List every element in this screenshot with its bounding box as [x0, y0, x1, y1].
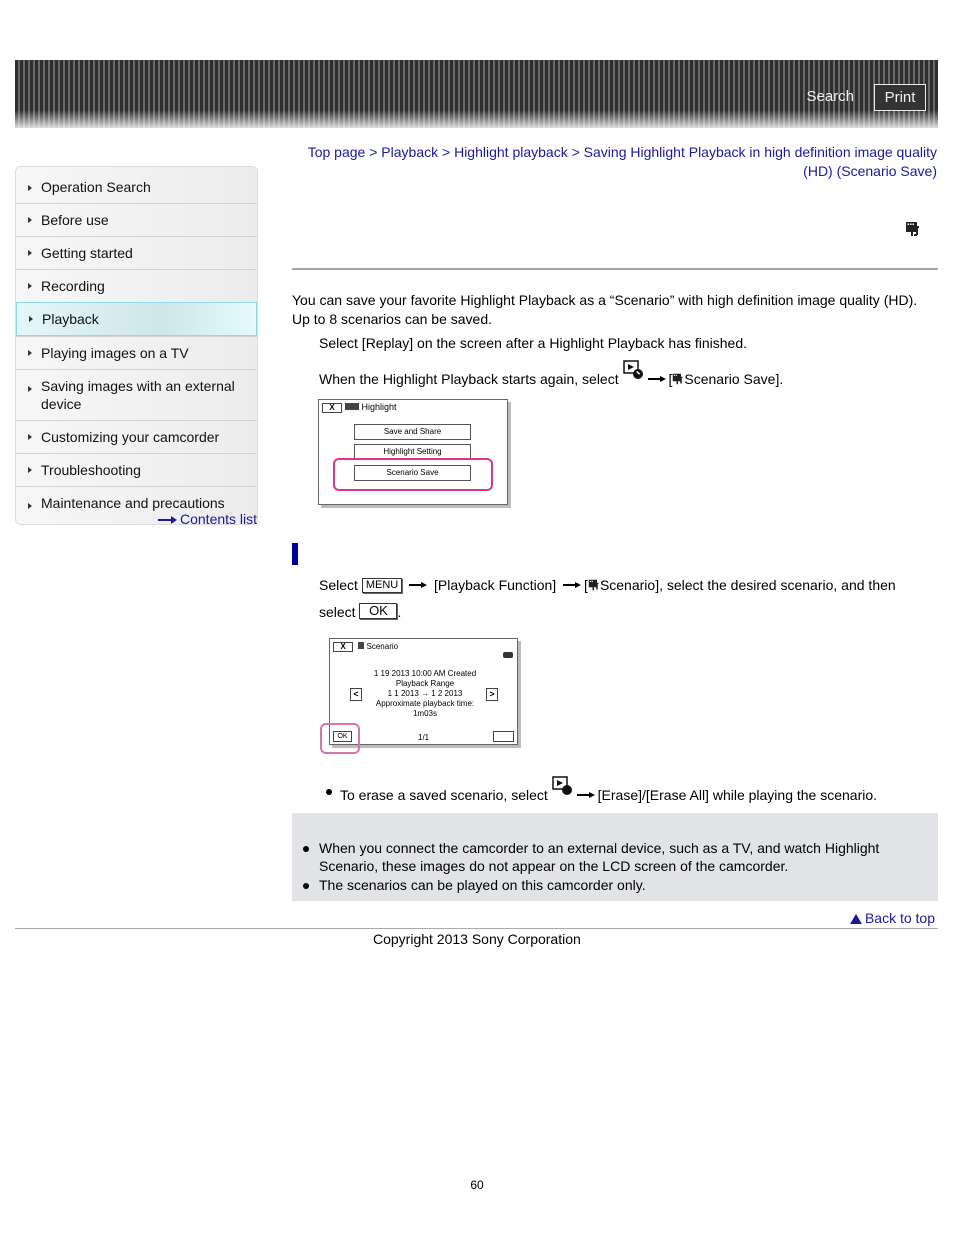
sidebar-item-playing-images-on-tv[interactable]: Playing images on a TV [16, 336, 257, 369]
sidebar-item-operation-search[interactable]: Operation Search [16, 167, 257, 203]
battery-icon [503, 652, 513, 658]
arrow-right-icon [158, 516, 178, 525]
intro-paragraph: You can save your favorite Highlight Pla… [292, 292, 918, 327]
scenario-icon [906, 222, 919, 236]
playback-range-label: Playback Range [395, 679, 455, 688]
screen-title: Highlight [345, 402, 397, 412]
highlight-screen-illustration: X Highlight Save and Share Highlight Set… [318, 399, 508, 505]
step-2-prefix: When the Highlight Playback starts again… [319, 371, 619, 387]
print-button[interactable]: Print [874, 84, 926, 111]
note-item: The scenarios can be played on this camc… [303, 876, 919, 894]
step-2-suffix: Scenario Save]. [684, 371, 784, 387]
page-number: 60 [470, 1178, 484, 1192]
scenario-icon [358, 642, 364, 649]
menu-key-icon: MENU [361, 578, 403, 593]
playback-range: 1 1 2013 → 1 2 2013 [387, 689, 463, 698]
contents-list-label: Contents list [180, 511, 258, 527]
screen-title: Scenario [358, 641, 398, 651]
contents-list-link[interactable]: Contents list [158, 511, 257, 527]
scenario-icon [673, 373, 683, 385]
sidebar-item-label: Playing images on a TV [41, 345, 189, 361]
playback-option-icon [622, 360, 643, 379]
triangle-right-icon [28, 250, 32, 256]
sidebar-item-label: Getting started [41, 245, 133, 261]
breadcrumb-playback[interactable]: Playback [381, 144, 438, 160]
step-1: Select [Replay] on the screen after a Hi… [319, 335, 748, 351]
triangle-right-icon [28, 350, 32, 356]
triangle-right-icon [28, 467, 32, 473]
sidebar-item-troubleshooting[interactable]: Troubleshooting [16, 453, 257, 486]
breadcrumb-current-page[interactable]: Saving Highlight Playback in high defini… [584, 144, 937, 179]
highlight-frame [333, 458, 493, 491]
close-icon: X [322, 403, 342, 413]
arrow-right-icon [409, 581, 428, 589]
sidebar-item-customizing[interactable]: Customizing your camcorder [16, 420, 257, 453]
sidebar-item-playback[interactable]: Playback [16, 302, 257, 336]
erase-hint: To erase a saved scenario, select [Erase… [326, 776, 877, 805]
triangle-right-icon [28, 185, 32, 191]
triangle-up-icon [849, 914, 862, 924]
sidebar-item-label: Maintenance and precautions [41, 495, 225, 511]
playback-option-icon [493, 731, 514, 742]
scenario-created: 1 19 2013 10:00 AM Created [373, 669, 477, 678]
step-2: When the Highlight Playback starts again… [319, 360, 783, 389]
breadcrumb-top-page[interactable]: Top page [308, 144, 366, 160]
sidebar-item-before-use[interactable]: Before use [16, 203, 257, 236]
search-link[interactable]: Search [806, 88, 854, 105]
sidebar-item-label: Saving images with an external device [41, 378, 235, 412]
arrow-right-icon [576, 791, 595, 799]
sidebar-item-label: Operation Search [41, 179, 151, 195]
breadcrumb-separator: > [438, 144, 455, 160]
note-box: When you connect the camcorder to an ext… [292, 813, 938, 901]
highlight-frame [320, 723, 360, 754]
footer-divider [15, 928, 938, 929]
approx-time-label: Approximate playback time: [375, 699, 475, 708]
scenario-icon [588, 579, 599, 591]
arrow-right-icon [647, 375, 666, 383]
header-bar: Search Print [15, 60, 938, 128]
next-icon: > [486, 688, 498, 701]
breadcrumb-separator: > [567, 144, 584, 160]
prev-icon: < [350, 688, 362, 701]
step-select-ok: select OK. [319, 603, 402, 620]
sidebar-item-label: Recording [41, 278, 105, 294]
section-heading-bar [292, 543, 298, 565]
close-icon: X [333, 642, 353, 652]
sidebar-item-recording[interactable]: Recording [16, 269, 257, 302]
breadcrumb-separator: > [365, 144, 382, 160]
breadcrumb: Top page > Playback > Highlight playback… [292, 143, 937, 181]
playback-option-icon [551, 776, 572, 795]
back-to-top-link[interactable]: Back to top [849, 910, 935, 926]
triangle-right-icon [28, 434, 32, 440]
arrow-right-icon [563, 581, 582, 589]
note-item: When you connect the camcorder to an ext… [303, 839, 919, 875]
sidebar-item-saving-images-external[interactable]: Saving images with an external device [16, 369, 257, 420]
bullet-icon [326, 789, 332, 795]
sidebar-item-label: Customizing your camcorder [41, 429, 220, 445]
bullet-icon [303, 883, 309, 889]
sidebar-item-getting-started[interactable]: Getting started [16, 236, 257, 269]
copyright: Copyright 2013 Sony Corporation [373, 931, 581, 947]
bullet-icon [303, 846, 309, 852]
triangle-right-icon [29, 316, 33, 322]
highlight-icon [345, 403, 359, 410]
step-play-scenario: Select MENU [Playback Function] [Scenari… [319, 577, 896, 593]
sidebar-item-label: Playback [42, 311, 99, 327]
screen-save-and-share-button: Save and Share [354, 424, 471, 440]
playback-duration: 1m03s [412, 709, 437, 718]
triangle-right-icon [28, 502, 32, 509]
sidebar-nav: Operation Search Before use Getting star… [15, 166, 258, 525]
page-indicator: 1/1 [418, 733, 430, 742]
ok-key-icon: OK [359, 603, 398, 619]
triangle-right-icon [28, 283, 32, 289]
triangle-right-icon [28, 217, 32, 223]
sidebar-item-label: Troubleshooting [41, 462, 141, 478]
breadcrumb-highlight-playback[interactable]: Highlight playback [454, 144, 568, 160]
triangle-right-icon [28, 386, 32, 392]
title-divider [292, 268, 938, 270]
sidebar-item-label: Before use [41, 212, 109, 228]
